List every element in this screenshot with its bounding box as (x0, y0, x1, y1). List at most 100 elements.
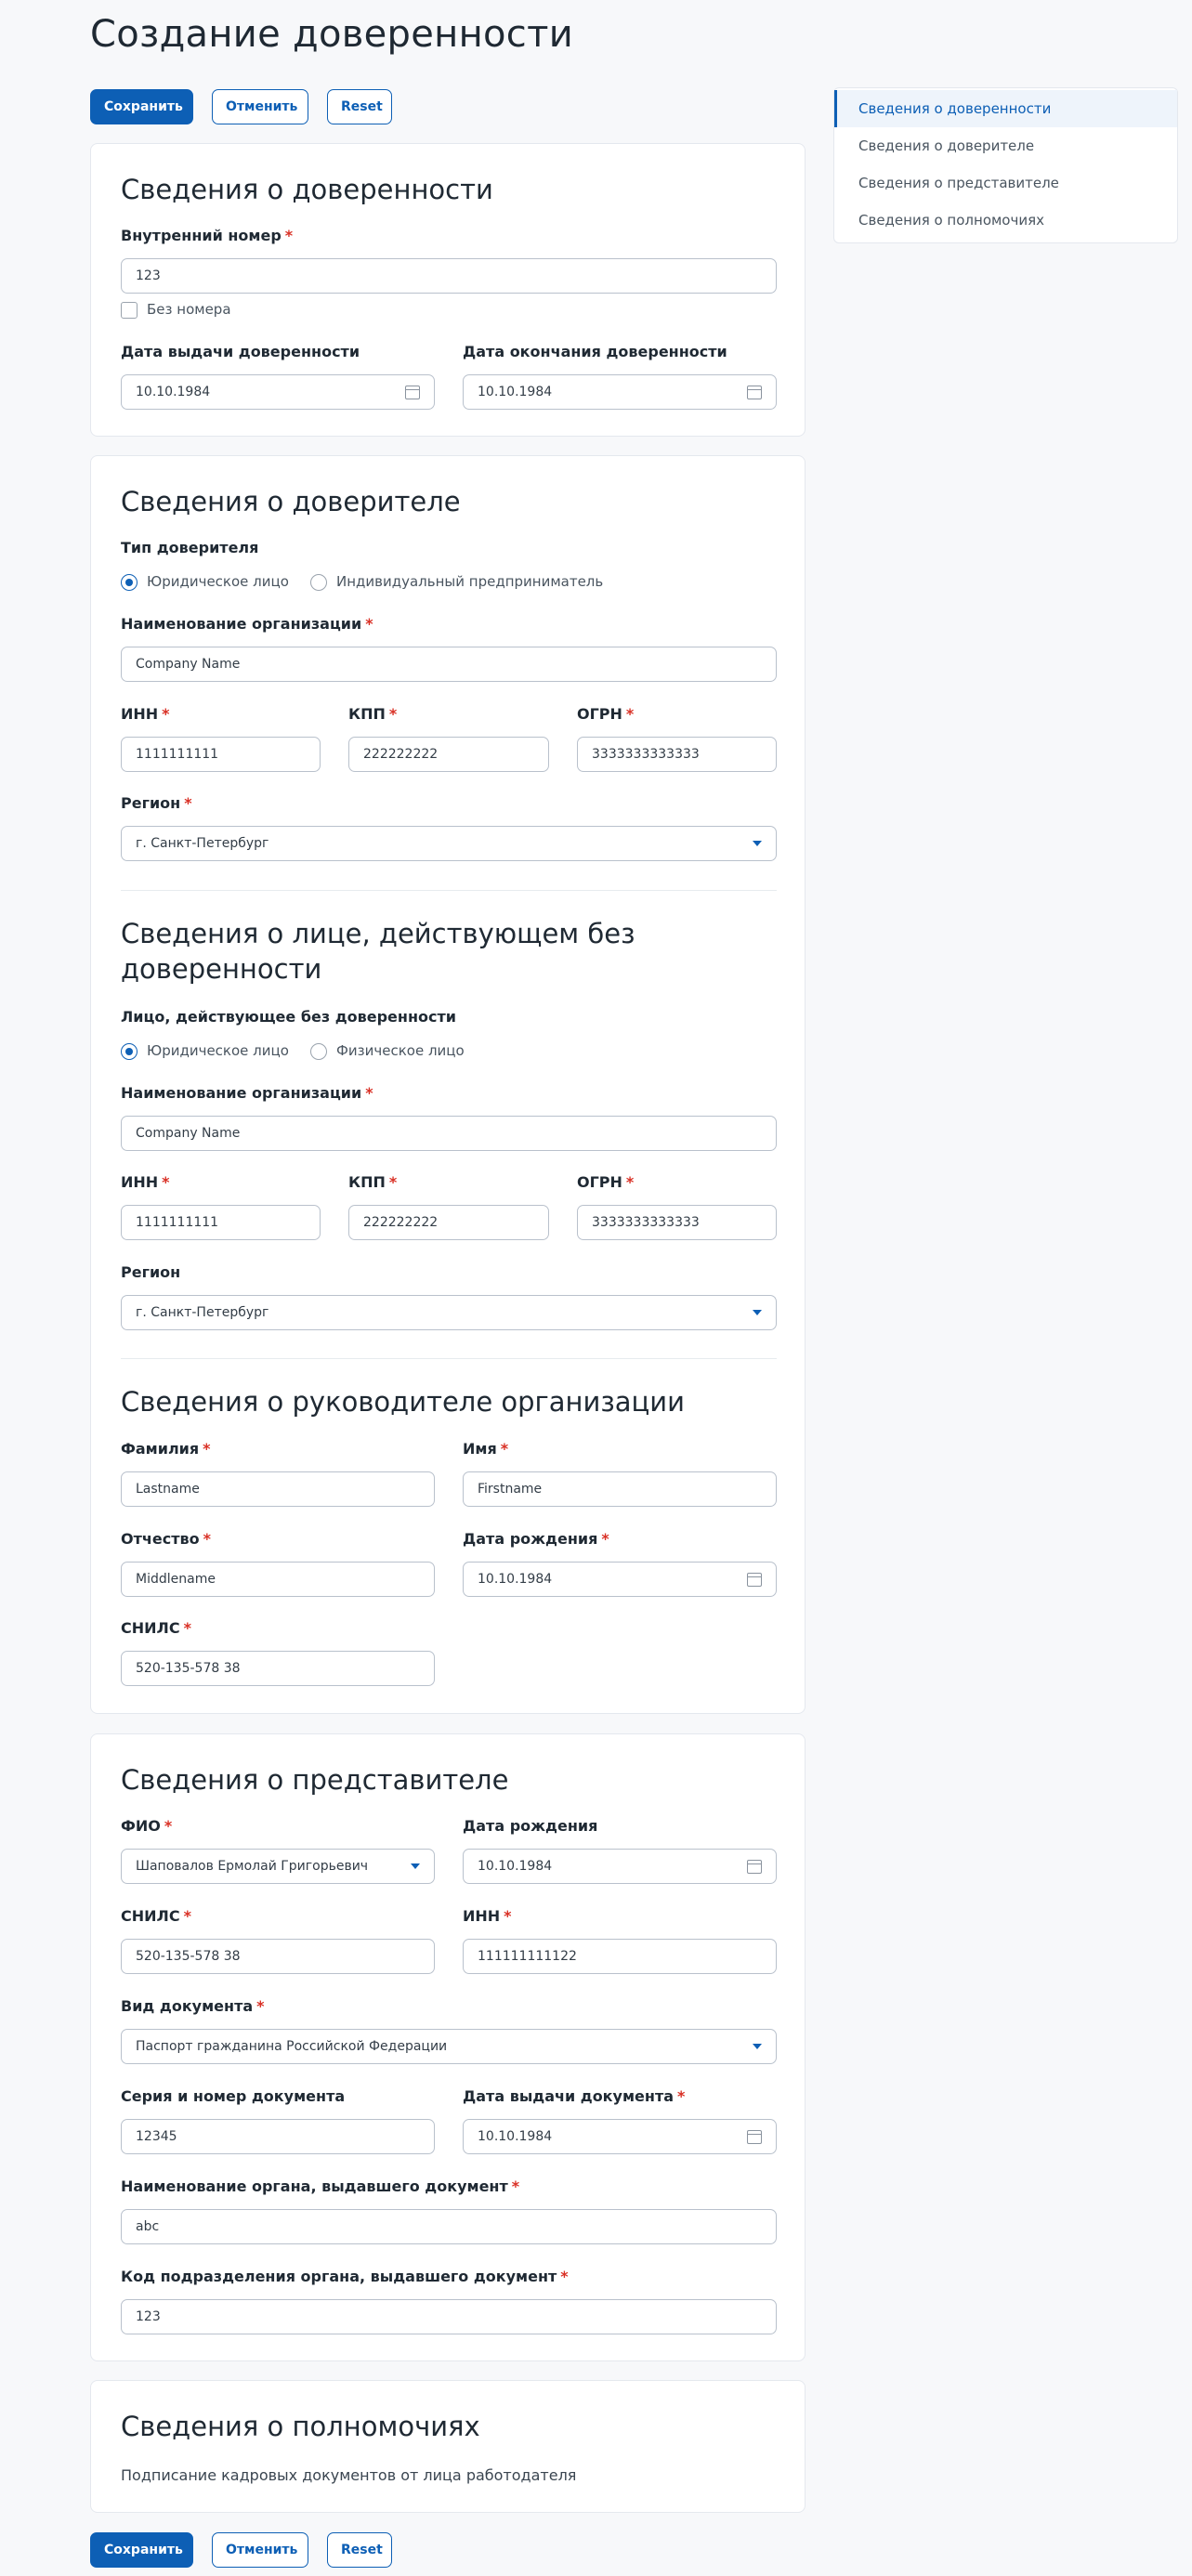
nav-item-representative[interactable]: Сведения о представителе (834, 164, 1177, 202)
powers-card: Сведения о полномочиях Подписание кадров… (90, 2380, 806, 2513)
powers-title: Сведения о полномочиях (121, 2411, 480, 2442)
principal-org-input[interactable]: Company Name (121, 647, 777, 682)
chevron-down-icon[interactable] (753, 2044, 762, 2049)
poa-card: Сведения о доверенности Внутренний номер… (90, 143, 806, 437)
issue-date-input[interactable]: 10.10.1984 (121, 374, 435, 410)
acting-type-legal-radio[interactable] (121, 1043, 138, 1060)
rep-fio-label: ФИО * (121, 1817, 173, 1835)
acting-type-legal-label: Юридическое лицо (147, 1042, 289, 1059)
end-date-label: Дата окончания доверенности (463, 343, 727, 360)
rep-snils-input[interactable]: 520-135-578 38 (121, 1939, 435, 1974)
principal-inn-input[interactable]: 1111111111 (121, 737, 321, 772)
calendar-icon[interactable] (747, 1572, 762, 1587)
principal-title: Сведения о доверителе (121, 486, 461, 517)
calendar-icon[interactable] (747, 1859, 762, 1874)
chevron-down-icon[interactable] (753, 841, 762, 846)
principal-ogrn-label: ОГРН * (577, 705, 635, 723)
head-middlename-label: Отчество * (121, 1530, 211, 1548)
no-number-checkbox[interactable] (121, 302, 138, 319)
rep-doc-type-label: Вид документа * (121, 1997, 265, 2015)
cancel-button[interactable]: Отменить (212, 89, 308, 124)
end-date-input[interactable]: 10.10.1984 (463, 374, 777, 410)
chevron-down-icon[interactable] (753, 1310, 762, 1315)
rep-inn-input[interactable]: 111111111122 (463, 1939, 777, 1974)
rep-doc-number-input[interactable]: 12345 (121, 2119, 435, 2154)
calendar-icon[interactable] (747, 385, 762, 399)
chevron-down-icon[interactable] (411, 1863, 420, 1869)
nav-item-principal[interactable]: Сведения о доверителе (834, 127, 1177, 164)
head-snils-input[interactable]: 520-135-578 38 (121, 1651, 435, 1686)
rep-title: Сведения о представителе (121, 1764, 509, 1796)
acting-org-input[interactable]: Company Name (121, 1116, 777, 1151)
reset-button[interactable]: Reset (327, 89, 392, 124)
rep-issuer-label: Наименование органа, выдавшего документ * (121, 2177, 520, 2195)
page-title: Создание доверенности (90, 13, 573, 56)
rep-fio-select[interactable]: Шаповалов Ермолай Григорьевич (121, 1849, 435, 1884)
acting-kpp-input[interactable]: 222222222 (348, 1205, 549, 1240)
rep-issuer-code-label: Код подразделения органа, выдавшего доку… (121, 2268, 569, 2285)
principal-org-label: Наименование организации * (121, 615, 373, 633)
powers-text: Подписание кадровых документов от лица р… (121, 2466, 577, 2484)
principal-kpp-input[interactable]: 222222222 (348, 737, 549, 772)
acting-region-select[interactable]: г. Санкт-Петербург (121, 1295, 777, 1330)
cancel-button[interactable]: Отменить (212, 2532, 308, 2568)
acting-org-label: Наименование организации * (121, 1084, 373, 1102)
save-button[interactable]: Сохранить (90, 89, 193, 124)
acting-type-label: Лицо, действующее без доверенности (121, 1008, 456, 1026)
rep-doc-number-label: Серия и номер документа (121, 2087, 346, 2105)
rep-issuer-code-input[interactable]: 123 (121, 2299, 777, 2334)
rep-inn-label: ИНН * (463, 1907, 512, 1925)
acting-type-person-radio[interactable] (310, 1043, 327, 1060)
poa-number-input[interactable]: 123 (121, 258, 777, 294)
head-lastname-label: Фамилия * (121, 1440, 211, 1458)
acting-ogrn-label: ОГРН * (577, 1173, 635, 1191)
rep-doc-type-select[interactable]: Паспорт гражданина Российской Федерации (121, 2029, 777, 2064)
head-birth-input[interactable]: 10.10.1984 (463, 1562, 777, 1597)
section-nav: Сведения о доверенности Сведения о довер… (833, 87, 1178, 243)
divider (121, 1358, 777, 1359)
head-middlename-input[interactable]: Middlename (121, 1562, 435, 1597)
poa-number-label: Внутренний номер * (121, 227, 294, 244)
principal-type-label: Тип доверителя (121, 539, 259, 556)
principal-type-ip-label: Индивидуальный предприниматель (336, 573, 604, 590)
acting-type-person-label: Физическое лицо (336, 1042, 465, 1059)
head-lastname-input[interactable]: Lastname (121, 1471, 435, 1507)
rep-doc-date-input[interactable]: 10.10.1984 (463, 2119, 777, 2154)
principal-inn-label: ИНН * (121, 705, 170, 723)
acting-inn-input[interactable]: 1111111111 (121, 1205, 321, 1240)
acting-ogrn-input[interactable]: 3333333333333 (577, 1205, 777, 1240)
calendar-icon[interactable] (747, 2129, 762, 2144)
head-title: Сведения о руководителе организации (121, 1386, 685, 1418)
calendar-icon[interactable] (405, 385, 420, 399)
bottom-actions: Сохранить Отменить Reset (90, 2532, 392, 2568)
principal-region-select[interactable]: г. Санкт-Петербург (121, 826, 777, 861)
rep-birth-label: Дата рождения (463, 1817, 598, 1835)
principal-type-legal-radio[interactable] (121, 574, 138, 591)
head-birth-label: Дата рождения * (463, 1530, 609, 1548)
page: Создание доверенности Сохранить Отменить… (0, 0, 1192, 2576)
principal-ogrn-input[interactable]: 3333333333333 (577, 737, 777, 772)
rep-snils-label: СНИЛС * (121, 1907, 191, 1925)
principal-card: Сведения о доверителе Тип доверителя Юри… (90, 455, 806, 1714)
divider (121, 890, 777, 891)
head-firstname-input[interactable]: Firstname (463, 1471, 777, 1507)
acting-kpp-label: КПП * (348, 1173, 398, 1191)
rep-birth-input[interactable]: 10.10.1984 (463, 1849, 777, 1884)
acting-inn-label: ИНН * (121, 1173, 170, 1191)
nav-item-powers[interactable]: Сведения о полномочиях (834, 202, 1177, 239)
top-actions: Сохранить Отменить Reset (90, 89, 392, 124)
acting-title: Сведения о лице, действующем без доверен… (121, 918, 635, 985)
representative-card: Сведения о представителе ФИО * Шаповалов … (90, 1733, 806, 2361)
principal-type-legal-label: Юридическое лицо (147, 573, 289, 590)
principal-type-ip-radio[interactable] (310, 574, 327, 591)
no-number-label: Без номера (147, 301, 231, 318)
principal-region-label: Регион * (121, 794, 192, 812)
reset-button[interactable]: Reset (327, 2532, 392, 2568)
principal-kpp-label: КПП * (348, 705, 398, 723)
acting-region-label: Регион (121, 1263, 181, 1281)
rep-issuer-input[interactable]: abc (121, 2209, 777, 2244)
head-snils-label: СНИЛС * (121, 1619, 191, 1637)
nav-item-poa[interactable]: Сведения о доверенности (834, 90, 1177, 127)
save-button[interactable]: Сохранить (90, 2532, 193, 2568)
poa-title: Сведения о доверенности (121, 174, 493, 205)
